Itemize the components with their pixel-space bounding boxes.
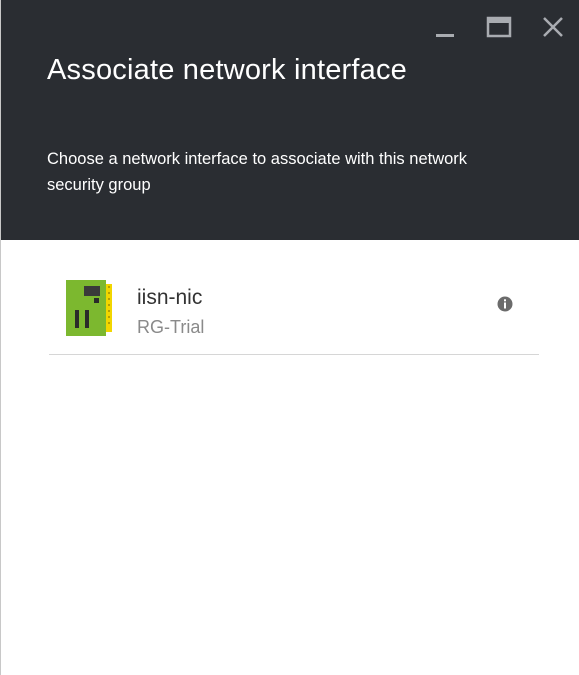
network-interface-item[interactable]: iisn-nic RG-Trial [49, 272, 539, 355]
blade-subtitle: Choose a network interface to associate … [47, 150, 468, 194]
info-icon[interactable] [497, 296, 513, 312]
network-interface-list: iisn-nic RG-Trial [49, 272, 539, 355]
blade-header: Associate network interface Choose a net… [1, 0, 579, 240]
close-button[interactable] [536, 10, 570, 44]
close-icon [543, 17, 563, 37]
network-interface-card-icon [66, 280, 112, 336]
maximize-icon [486, 16, 512, 38]
minimize-icon [436, 34, 454, 37]
nic-resource-group: RG-Trial [137, 317, 205, 337]
blade-title: Associate network interface [47, 54, 408, 86]
minimize-button[interactable] [428, 10, 462, 44]
window-controls [428, 10, 570, 44]
maximize-button[interactable] [482, 10, 516, 44]
nic-name: iisn-nic [137, 286, 203, 309]
associate-nic-blade: Associate network interface Choose a net… [0, 0, 579, 675]
